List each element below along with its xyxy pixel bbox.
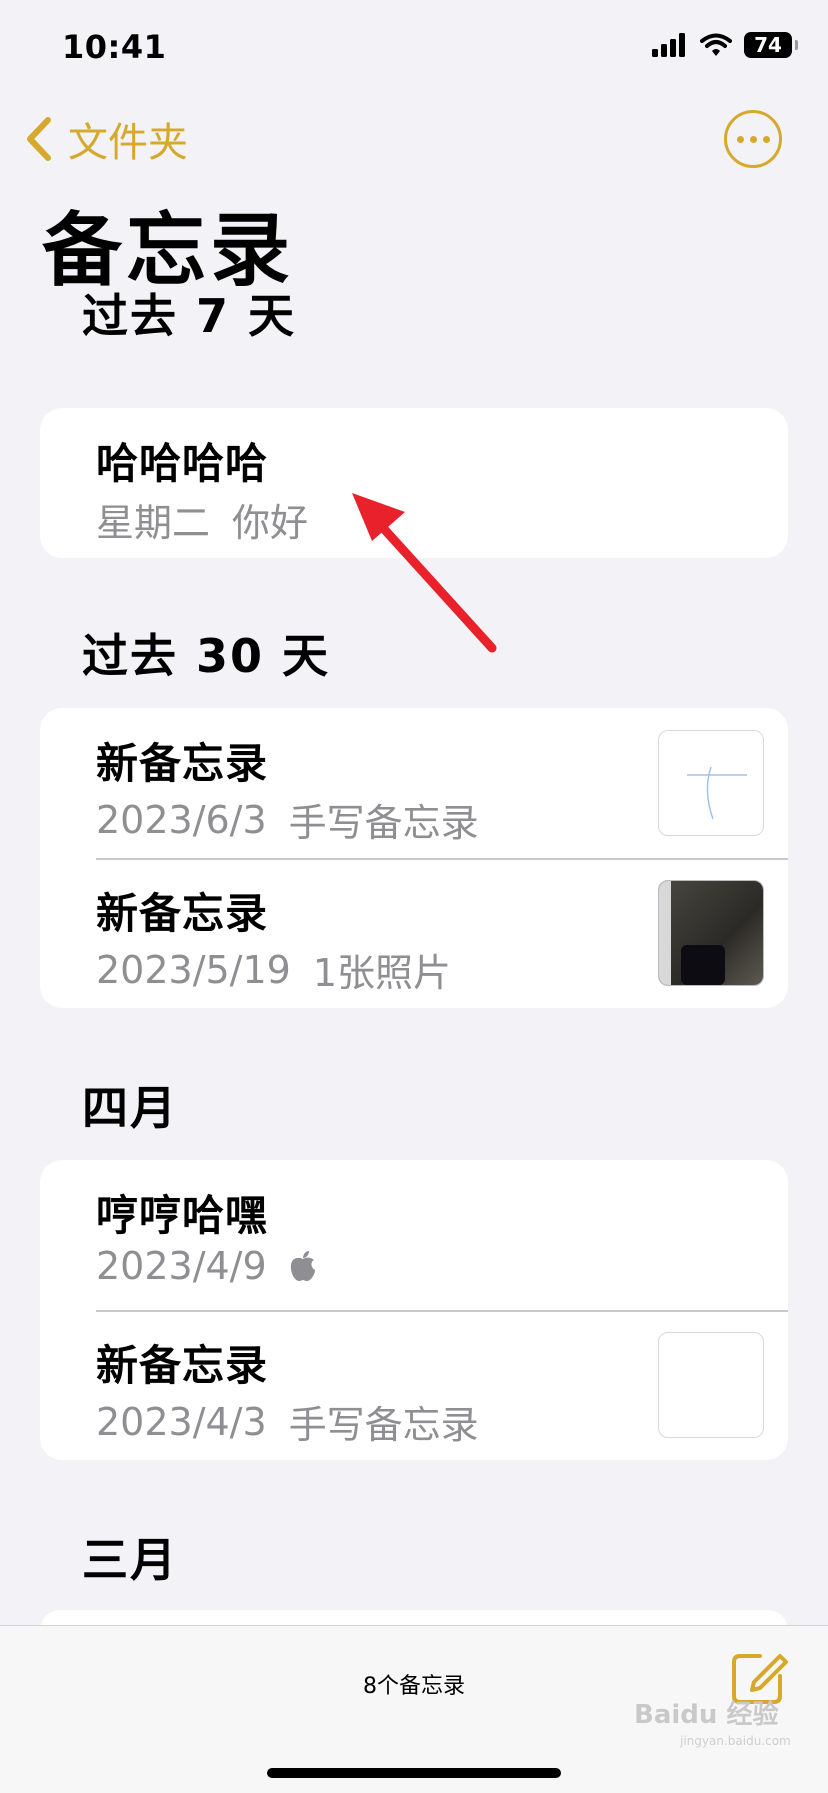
back-button[interactable]: 文件夹 bbox=[24, 110, 188, 168]
more-dot-icon bbox=[736, 135, 744, 143]
chevron-left-icon bbox=[27, 117, 51, 161]
section-header-april: 四月 bbox=[82, 1081, 178, 1135]
note-preview: 手写备忘录 bbox=[288, 1403, 479, 1447]
handwriting-sketch-icon bbox=[687, 766, 747, 820]
cellular-signal-icon bbox=[652, 33, 685, 57]
note-preview: 1张照片 bbox=[312, 951, 452, 995]
status-icons: 74 bbox=[652, 32, 798, 58]
note-date: 2023/4/3 bbox=[96, 1399, 267, 1444]
more-dot-icon bbox=[762, 135, 770, 143]
notes-group-past-30-days: 新备忘录 2023/6/3 手写备忘录 新备忘录 2023/5/19 1张照片 bbox=[40, 708, 788, 1008]
note-title: 哈哈哈哈 bbox=[96, 439, 269, 488]
note-subtitle: 2023/4/3 手写备忘录 bbox=[96, 1394, 479, 1449]
note-date: 2023/6/3 bbox=[96, 797, 267, 842]
wifi-icon bbox=[700, 33, 732, 56]
note-row[interactable]: 新备忘录 2023/6/3 手写备忘录 bbox=[40, 708, 788, 858]
note-row[interactable]: 新备忘录 2023/5/19 1张照片 bbox=[40, 858, 788, 1008]
handwriting-thumbnail bbox=[658, 1332, 764, 1438]
note-subtitle: 2023/5/19 1张照片 bbox=[96, 942, 451, 997]
apple-icon bbox=[290, 1251, 315, 1281]
note-title: 新备忘录 bbox=[96, 739, 269, 788]
handwriting-thumbnail bbox=[658, 730, 764, 836]
photo-thumbnail bbox=[658, 880, 764, 986]
section-header-march: 三月 bbox=[82, 1533, 178, 1587]
more-options-button[interactable] bbox=[724, 110, 782, 168]
section-header-past-7-days: 过去 7 天 bbox=[82, 289, 297, 343]
more-dot-icon bbox=[749, 135, 757, 143]
note-subtitle: 2023/6/3 手写备忘录 bbox=[96, 792, 479, 847]
notes-group-past-7-days: 哈哈哈哈 星期二 你好 bbox=[40, 408, 788, 558]
note-subtitle: 星期二 你好 bbox=[96, 492, 308, 547]
back-label: 文件夹 bbox=[68, 120, 188, 166]
note-subtitle: 2023/4/9 bbox=[96, 1244, 317, 1288]
bottom-toolbar: 8个备忘录 Baidu 经验 jingyan.baidu.com bbox=[0, 1625, 828, 1793]
note-preview: 手写备忘录 bbox=[288, 801, 479, 845]
photo-image bbox=[659, 881, 763, 985]
note-date: 2023/4/9 bbox=[96, 1244, 267, 1288]
home-indicator[interactable] bbox=[267, 1768, 561, 1778]
watermark-url: jingyan.baidu.com bbox=[680, 1734, 791, 1748]
watermark: Baidu 经验 bbox=[634, 1700, 779, 1730]
battery-icon: 74 bbox=[744, 32, 798, 58]
note-date: 2023/5/19 bbox=[96, 947, 291, 992]
note-title: 新备忘录 bbox=[96, 889, 269, 938]
note-title: 新备忘录 bbox=[96, 1341, 269, 1390]
note-preview: 你好 bbox=[232, 501, 309, 545]
status-time: 10:41 bbox=[62, 28, 167, 66]
note-date: 星期二 bbox=[96, 501, 211, 545]
note-row[interactable]: 哈哈哈哈 星期二 你好 bbox=[40, 408, 788, 558]
note-row[interactable]: 哼哼哈嘿 2023/4/9 bbox=[40, 1160, 788, 1310]
section-header-past-30-days: 过去 30 天 bbox=[82, 629, 331, 683]
notes-group-april: 哼哼哈嘿 2023/4/9 新备忘录 2023/4/3 手写备忘录 bbox=[40, 1160, 788, 1460]
status-bar: 10:41 74 bbox=[0, 0, 828, 100]
note-title: 哼哼哈嘿 bbox=[96, 1191, 269, 1240]
note-row[interactable]: 新备忘录 2023/4/3 手写备忘录 bbox=[40, 1310, 788, 1460]
